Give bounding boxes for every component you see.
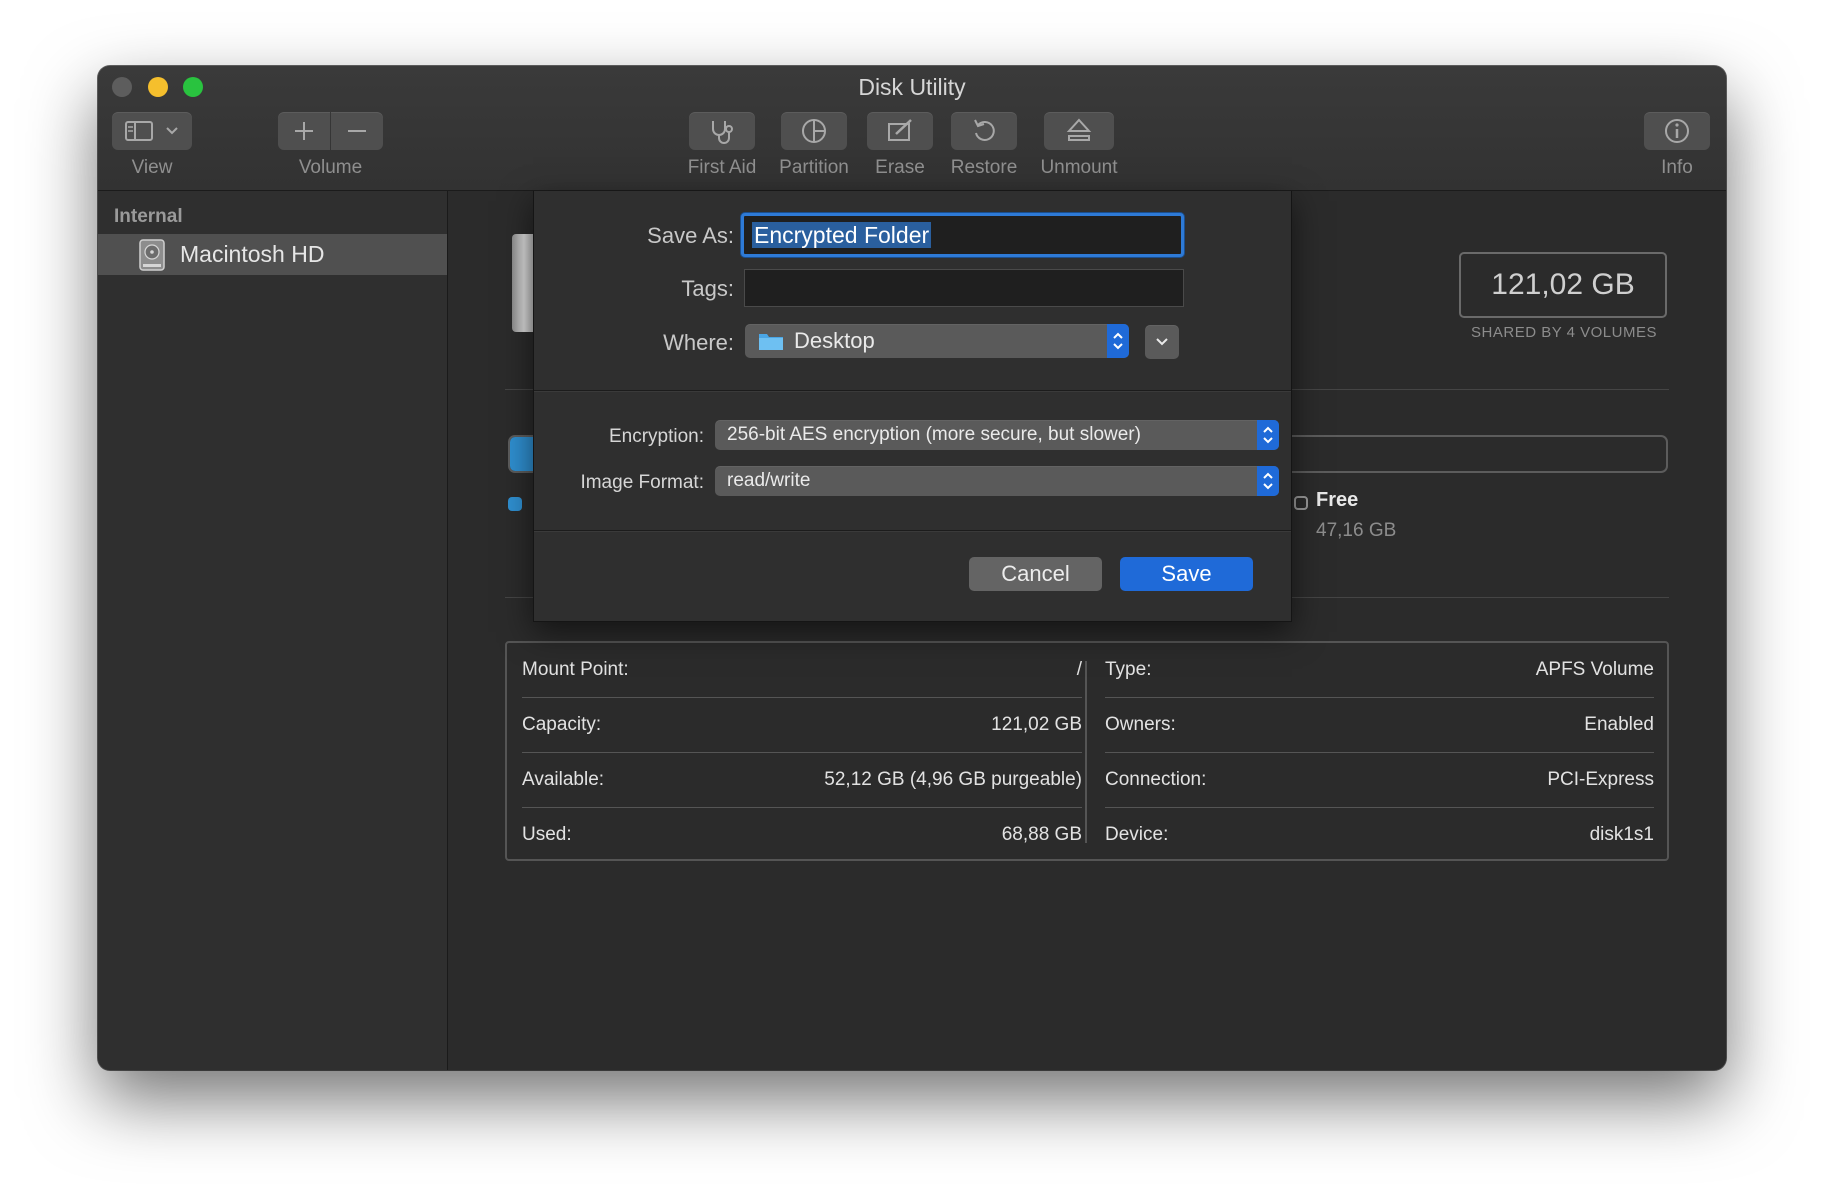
save-as-label: Save As: — [647, 223, 734, 248]
unmount-label: Unmount — [1040, 157, 1118, 178]
info-column-separator — [1085, 661, 1087, 843]
info-row-owners: Owners: Enabled — [1105, 698, 1654, 752]
dialog-divider — [534, 530, 1291, 531]
info-key: Connection: — [1105, 769, 1207, 790]
volume-capacity: 121,02 GB — [1459, 252, 1667, 318]
where-label: Where: — [663, 330, 734, 355]
info-key: Owners: — [1105, 714, 1176, 735]
add-volume-button[interactable] — [278, 112, 330, 150]
up-down-chevron-icon — [1257, 420, 1279, 450]
first-aid-button[interactable] — [689, 112, 755, 150]
chevron-down-icon — [165, 126, 179, 136]
view-label: View — [131, 157, 173, 178]
unmount-button[interactable] — [1044, 112, 1114, 150]
tags-field[interactable] — [744, 269, 1184, 307]
info-button[interactable] — [1644, 112, 1710, 150]
save-button[interactable]: Save — [1120, 557, 1253, 591]
internal-disk-icon — [138, 238, 166, 271]
info-value: PCI-Express — [1547, 769, 1654, 790]
sidebar-toggle-icon — [125, 121, 153, 141]
plus-icon — [293, 120, 315, 142]
cancel-button[interactable]: Cancel — [969, 557, 1102, 591]
tags-label: Tags: — [681, 276, 734, 301]
info-value: 52,12 GB (4,96 GB purgeable) — [824, 769, 1082, 790]
info-key: Used: — [522, 824, 572, 845]
free-legend-label: Free — [1316, 489, 1359, 511]
sidebar-item-label: Macintosh HD — [180, 241, 325, 267]
info-label: Info — [1661, 157, 1693, 178]
where-value: Desktop — [794, 328, 875, 353]
info-value: disk1s1 — [1589, 824, 1654, 845]
volume-info-table: Mount Point: / Capacity: 121,02 GB Avail… — [505, 641, 1669, 861]
erase-button[interactable] — [867, 112, 933, 150]
erase-label: Erase — [875, 157, 925, 178]
info-value: Enabled — [1584, 714, 1654, 735]
info-value: 68,88 GB — [1001, 824, 1082, 845]
info-row-type: Type: APFS Volume — [1105, 643, 1654, 697]
restore-label: Restore — [950, 157, 1018, 178]
view-button[interactable] — [112, 112, 192, 150]
image-format-popup[interactable]: read/write — [715, 466, 1279, 496]
sidebar — [98, 191, 448, 1070]
info-row-connection: Connection: PCI-Express — [1105, 753, 1654, 807]
info-key: Mount Point: — [522, 659, 629, 680]
minus-icon — [346, 120, 368, 142]
sidebar-item-macintosh-hd[interactable]: Macintosh HD — [98, 234, 447, 275]
info-row-capacity: Capacity: 121,02 GB — [522, 698, 1082, 752]
stethoscope-icon — [707, 118, 737, 144]
window-title: Disk Utility — [858, 74, 966, 100]
first-aid-label: First Aid — [687, 157, 757, 178]
eject-icon — [1066, 117, 1092, 145]
pie-chart-icon — [800, 117, 828, 145]
info-value: / — [1076, 659, 1082, 680]
info-key: Device: — [1105, 824, 1169, 845]
toolbar: Disk Utility View Volume First Aid Parti… — [98, 66, 1726, 191]
volume-label: Volume — [298, 157, 363, 178]
info-row-available: Available: 52,12 GB (4,96 GB purgeable) — [522, 753, 1082, 807]
image-format-value: read/write — [727, 470, 811, 491]
info-key: Available: — [522, 769, 605, 790]
encryption-value: 256-bit AES encryption (more secure, but… — [727, 424, 1141, 445]
encryption-popup[interactable]: 256-bit AES encryption (more secure, but… — [715, 420, 1279, 450]
partition-button[interactable] — [781, 112, 847, 150]
used-legend-swatch — [508, 497, 522, 511]
save-as-field[interactable]: Encrypted Folder — [741, 213, 1184, 257]
info-key: Capacity: — [522, 714, 602, 735]
up-down-chevron-icon — [1257, 466, 1279, 496]
info-row-used: Used: 68,88 GB — [522, 808, 1082, 862]
where-popup[interactable]: Desktop — [745, 324, 1129, 358]
image-format-label: Image Format: — [580, 472, 704, 493]
save-image-dialog: Save As: Encrypted Folder Tags: Where: D… — [533, 191, 1292, 622]
dialog-divider — [534, 390, 1291, 391]
restore-button[interactable] — [951, 112, 1017, 150]
free-legend-value: 47,16 GB — [1316, 520, 1397, 541]
info-value: APFS Volume — [1535, 659, 1654, 680]
folder-icon — [758, 331, 784, 351]
restore-arrow-icon — [970, 117, 998, 145]
remove-volume-button[interactable] — [331, 112, 383, 150]
expand-dialog-button[interactable] — [1145, 325, 1179, 359]
chevron-down-icon — [1155, 337, 1169, 347]
up-down-chevron-icon — [1107, 324, 1129, 358]
info-row-mount-point: Mount Point: / — [522, 643, 1082, 697]
disk-utility-window: Disk Utility View Volume First Aid Parti… — [98, 66, 1726, 1070]
save-as-value: Encrypted Folder — [752, 222, 932, 248]
info-value: 121,02 GB — [991, 714, 1082, 735]
sidebar-section-internal: Internal — [114, 206, 183, 227]
info-row-device: Device: disk1s1 — [1105, 808, 1654, 862]
info-icon — [1663, 117, 1691, 145]
free-legend-swatch — [1294, 496, 1308, 510]
volume-capacity-subtitle: SHARED BY 4 VOLUMES — [1471, 324, 1657, 341]
erase-pencil-icon — [886, 118, 914, 144]
info-key: Type: — [1105, 659, 1152, 680]
encryption-label: Encryption: — [608, 426, 704, 447]
partition-label: Partition — [779, 157, 849, 178]
